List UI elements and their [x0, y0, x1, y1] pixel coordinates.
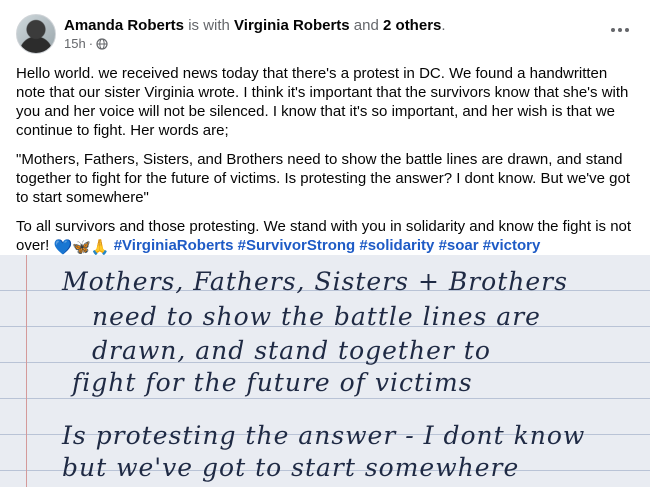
hashtag-link[interactable]: #SurvivorStrong [238, 237, 356, 254]
handwritten-line: fight for the future of victims [72, 368, 473, 397]
post-meta: 15h · [64, 36, 108, 52]
and-text: and [349, 17, 384, 34]
author-avatar[interactable] [16, 14, 56, 54]
author-line: Amanda Roberts is with Virginia Roberts … [64, 16, 446, 36]
post-paragraph: Hello world. we received news today that… [16, 65, 629, 139]
hashtag-link[interactable]: #VirginiaRoberts [114, 237, 234, 254]
post-card: Amanda Roberts is with Virginia Roberts … [0, 0, 650, 487]
handwritten-line: drawn, and stand together to [92, 336, 491, 365]
hashtag-link[interactable]: #solidarity [359, 237, 434, 254]
post-header: Amanda Roberts is with Virginia Roberts … [16, 14, 634, 56]
post-time[interactable]: 15h [64, 36, 86, 52]
handwritten-line: Is protesting the answer - I dont know [62, 421, 586, 450]
more-options-icon[interactable] [606, 20, 634, 40]
hashtag-link[interactable]: #victory [483, 237, 541, 254]
author-name[interactable]: Amanda Roberts [64, 17, 184, 34]
globe-icon[interactable] [96, 38, 108, 50]
handwritten-line: but we've got to start somewhere [62, 453, 520, 482]
handwritten-line: need to show the battle lines are [92, 302, 541, 331]
period: . [441, 17, 446, 34]
meta-dot: · [88, 36, 94, 51]
post-photo[interactable]: Mothers, Fathers, Sisters + Brothers nee… [0, 255, 650, 487]
tagged-person[interactable]: Virginia Roberts [234, 17, 350, 34]
post-closing: To all survivors and those protesting. W… [16, 217, 634, 257]
post-body: Hello world. we received news today that… [16, 64, 634, 257]
others-link[interactable]: 2 others [383, 17, 441, 34]
hashtags: #VirginiaRoberts #SurvivorStrong #solida… [110, 237, 541, 254]
with-text: is with [184, 17, 235, 34]
post-quote: "Mothers, Fathers, Sisters, and Brothers… [16, 151, 631, 206]
hashtag-link[interactable]: #soar [439, 237, 479, 254]
handwritten-line: Mothers, Fathers, Sisters + Brothers [62, 267, 568, 296]
notebook-margin [26, 255, 27, 487]
